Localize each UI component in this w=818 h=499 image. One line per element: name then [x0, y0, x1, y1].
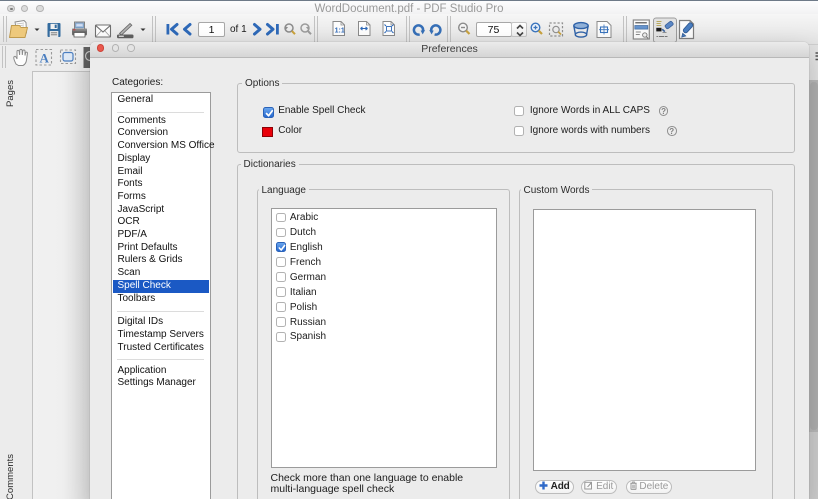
svg-text:1:1: 1:1	[335, 28, 345, 35]
svg-text:A: A	[40, 51, 50, 66]
